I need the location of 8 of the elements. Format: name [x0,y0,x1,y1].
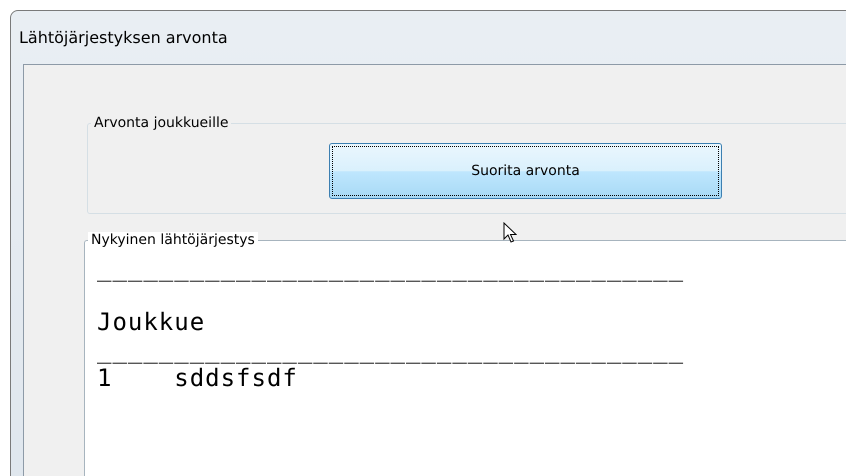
draw-button[interactable]: Suorita arvonta [329,143,722,199]
group-label: Arvonta joukkueille [93,115,230,131]
order-text-line: ______________________________________ [97,336,684,364]
order-text-line: ______________________________________ [97,254,684,282]
order-text-line: Joukkue [97,308,206,336]
group-label: Nykyinen lähtöjärjestys [88,232,258,248]
order-text-line: 1 sddsfsdf [97,364,298,392]
window-title: Lähtöjärjestyksen arvonta [19,28,228,47]
